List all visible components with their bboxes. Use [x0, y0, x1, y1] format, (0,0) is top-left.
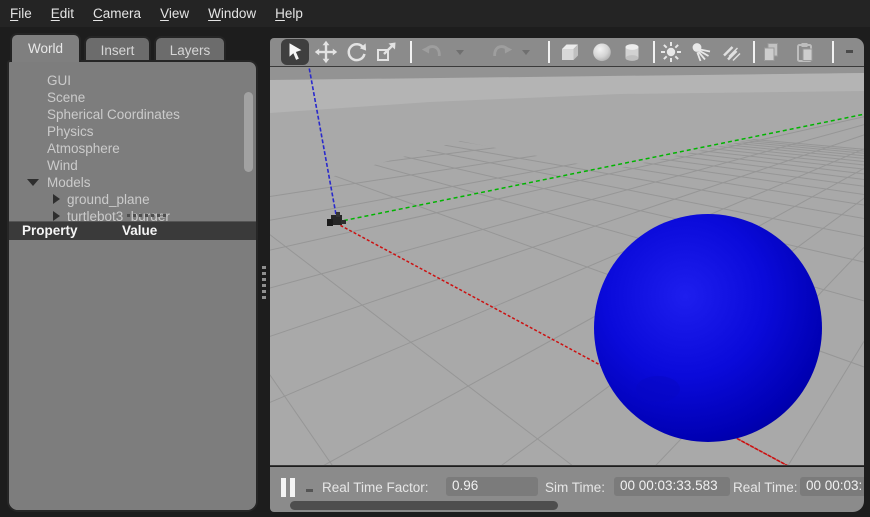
rtf-label: Real Time Factor:	[322, 480, 429, 495]
world-panel: GUI Scene Spherical Coordinates Physics Atmo…	[7, 60, 258, 512]
toolbar-separator	[410, 41, 412, 63]
sphere-model[interactable]	[594, 214, 822, 442]
sidebar-item-physics[interactable]: Physics	[9, 123, 256, 140]
real-time-value-field: 00 00:03:	[800, 477, 864, 496]
insert-sphere-button[interactable]	[589, 39, 615, 65]
expand-arrow-icon[interactable]	[53, 194, 60, 204]
sphere-shade-spot	[636, 376, 680, 402]
gazebo-window: File Edit Camera View Window Help World Insert…	[0, 0, 870, 517]
redo-arrow-icon	[493, 45, 513, 57]
sphere-icon	[593, 43, 611, 62]
redo-history-dropdown[interactable]	[522, 50, 530, 55]
value-column-header: Value	[122, 223, 158, 238]
copy-icon	[764, 43, 778, 61]
sim-time-value-field: 00 00:03:33.583	[614, 477, 730, 496]
expand-arrow-icon[interactable]	[53, 211, 60, 221]
render-toolbar	[270, 38, 864, 66]
sidebar-item-gui[interactable]: GUI	[9, 72, 256, 89]
tree-item-label: Scene	[47, 90, 86, 105]
tree-item-label: GUI	[47, 73, 72, 88]
undo-history-dropdown[interactable]	[456, 50, 464, 55]
box-icon	[562, 44, 578, 60]
status-scrollbar-handle[interactable]	[290, 501, 558, 510]
property-column-header: Property	[22, 223, 78, 238]
rtf-value-field: 0.96	[446, 477, 538, 496]
property-table-header: Property Value	[9, 221, 256, 240]
real-time-label: Real Time:	[733, 480, 798, 495]
rotate-arrows-icon	[347, 42, 366, 61]
toolbar-separator	[832, 41, 834, 63]
sim-time-label: Sim Time:	[545, 480, 606, 495]
menu-item-edit[interactable]: Edit	[51, 6, 74, 21]
tree-item-label: Spherical Coordinates	[47, 107, 180, 122]
rotate-tool-button[interactable]	[343, 39, 369, 65]
directional-light-icon	[723, 46, 741, 61]
toolbar-separator	[753, 41, 755, 63]
undo-arrow-icon	[421, 45, 441, 57]
menu-item-view[interactable]: View	[160, 6, 189, 21]
pause-button[interactable]	[279, 478, 299, 497]
toolbar-overflow-indicator[interactable]	[846, 50, 853, 53]
property-table-body[interactable]	[9, 240, 256, 510]
undo-button[interactable]	[419, 39, 445, 65]
spot-light-button[interactable]	[688, 39, 714, 65]
tree-item-label: Atmosphere	[47, 141, 120, 156]
sidebar-item-models[interactable]: Models	[9, 174, 256, 191]
menu-bar: File Edit Camera View Window Help	[0, 0, 870, 27]
menu-item-help[interactable]: Help	[275, 6, 303, 21]
horizontal-splitter-handle[interactable]	[127, 214, 167, 218]
sidebar-item-spherical-coordinates[interactable]: Spherical Coordinates	[9, 106, 256, 123]
select-tool-button[interactable]	[281, 39, 309, 65]
tab-world[interactable]: World	[10, 33, 81, 62]
tree-item-label: ground_plane	[67, 192, 150, 207]
simulation-status-bar: Real Time Factor: 0.96 Sim Time: 00 00:0…	[270, 467, 864, 512]
tree-item-label: Wind	[47, 158, 78, 173]
copy-button[interactable]	[758, 39, 784, 65]
vertical-splitter-handle[interactable]	[262, 266, 266, 302]
arrow-cursor-icon	[289, 43, 302, 60]
point-light-icon	[661, 42, 681, 62]
tab-insert[interactable]: Insert	[84, 36, 151, 62]
redo-button[interactable]	[489, 39, 515, 65]
move-arrows-icon	[314, 40, 338, 64]
toolbar-separator	[548, 41, 550, 63]
scale-box-icon	[377, 42, 396, 61]
toolbar-separator	[653, 41, 655, 63]
scale-tool-button[interactable]	[373, 39, 399, 65]
menu-item-window[interactable]: Window	[208, 6, 256, 21]
tab-layers[interactable]: Layers	[154, 36, 226, 62]
world-tree: GUI Scene Spherical Coordinates Physics Atmo…	[9, 62, 256, 221]
collapse-arrow-icon[interactable]	[27, 179, 39, 186]
menu-item-file[interactable]: File	[10, 6, 32, 21]
sidebar-item-atmosphere[interactable]: Atmosphere	[9, 140, 256, 157]
spot-light-icon	[692, 43, 711, 62]
cylinder-icon	[625, 44, 639, 61]
point-light-button[interactable]	[658, 39, 684, 65]
step-button[interactable]	[306, 489, 313, 492]
menu-item-camera[interactable]: Camera	[93, 6, 141, 21]
tree-scrollbar[interactable]	[244, 92, 253, 172]
tree-item-label: Models	[47, 175, 91, 190]
tree-item-label: Physics	[47, 124, 94, 139]
insert-box-button[interactable]	[557, 39, 583, 65]
sidebar-item-scene[interactable]: Scene	[9, 89, 256, 106]
render-viewport[interactable]	[270, 66, 870, 468]
sidebar-item-ground-plane[interactable]: ground_plane	[9, 191, 256, 208]
insert-cylinder-button[interactable]	[619, 39, 645, 65]
paste-button[interactable]	[792, 39, 818, 65]
paste-icon	[797, 43, 813, 62]
directional-light-button[interactable]	[718, 39, 744, 65]
sidebar-item-wind[interactable]: Wind	[9, 157, 256, 174]
translate-tool-button[interactable]	[313, 39, 339, 65]
